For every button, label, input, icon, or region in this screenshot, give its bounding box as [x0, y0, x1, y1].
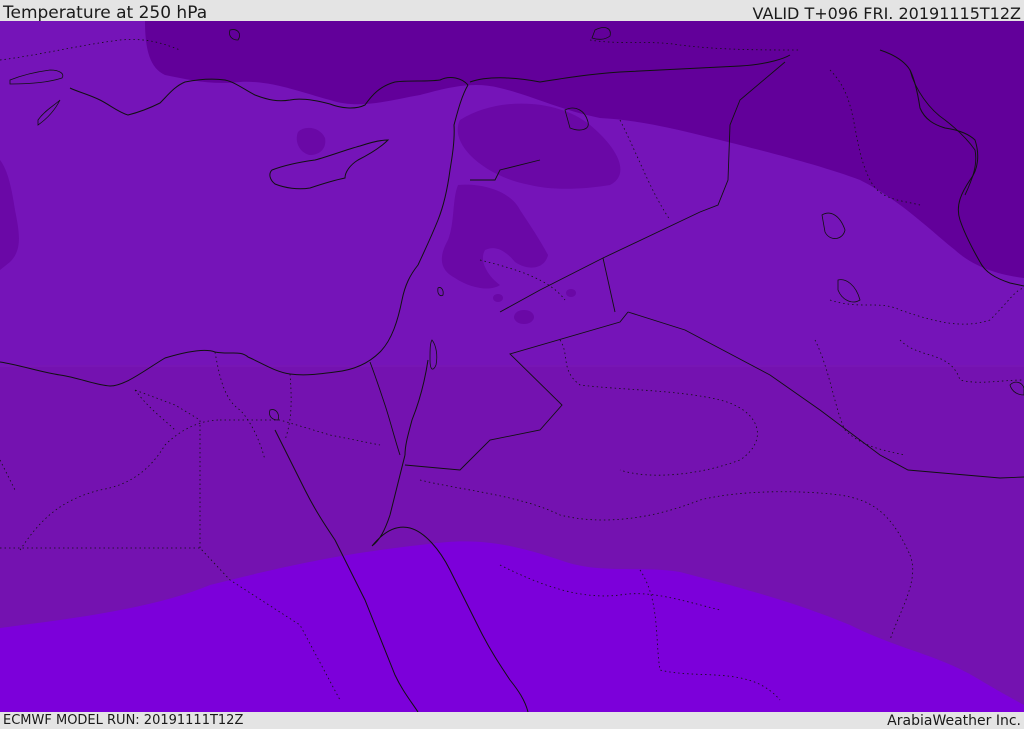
footer-bar: ECMWF MODEL RUN: 20191111T12Z ArabiaWeat…: [0, 712, 1024, 729]
temp-blob-small-1: [514, 310, 534, 324]
credit-label: ArabiaWeather Inc.: [887, 713, 1021, 729]
map-svg: [0, 21, 1024, 712]
map-title: Temperature at 250 hPa: [3, 3, 208, 23]
temp-blob-small-2: [566, 289, 576, 297]
header-bar: Temperature at 250 hPa VALID T+096 FRI. …: [0, 0, 1024, 23]
weather-map[interactable]: [0, 21, 1024, 712]
model-run-label: ECMWF MODEL RUN: 20191111T12Z: [3, 713, 244, 728]
temp-blob-small-3: [493, 294, 503, 302]
